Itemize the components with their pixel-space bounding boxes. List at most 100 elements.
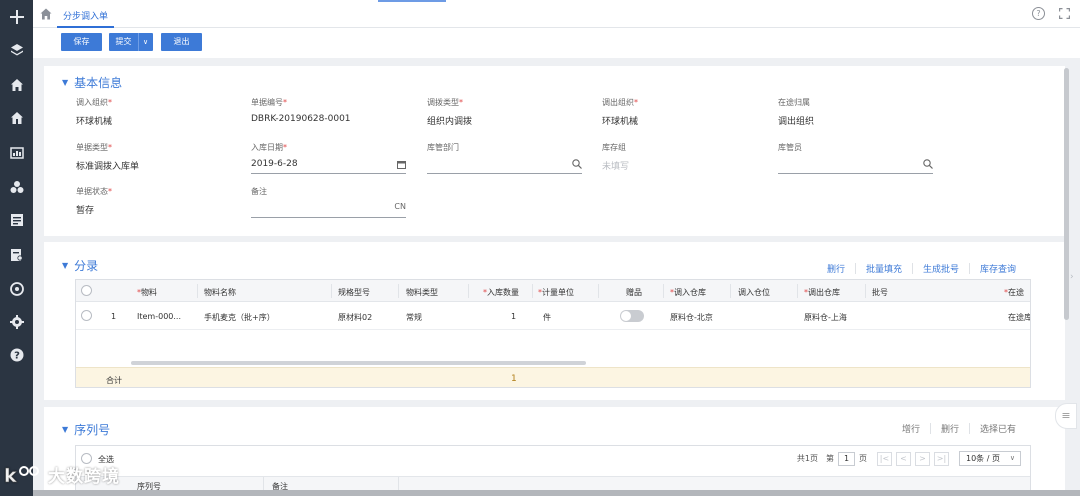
cell-name[interactable]: 手机麦克（批+序） bbox=[204, 312, 275, 323]
fullscreen-icon[interactable] bbox=[1059, 8, 1070, 19]
page-prefix: 第 bbox=[826, 454, 834, 463]
field-transfer-in-org: 调入组织* 环球机械 bbox=[76, 97, 231, 127]
field-transit-owner: 在途归属 调出组织 bbox=[778, 97, 933, 127]
cell-qty[interactable]: 1 bbox=[511, 312, 516, 321]
cell-spec[interactable]: 原材料02 bbox=[338, 312, 372, 323]
cell-transit[interactable]: 在途库 bbox=[1008, 312, 1030, 323]
col-inbound-qty: *入库数量 bbox=[483, 288, 519, 297]
save-button[interactable]: 保存 bbox=[61, 33, 102, 51]
delete-row-button[interactable]: 删行 bbox=[827, 262, 845, 275]
toolbar: 保存 提交 ∨ 退出 bbox=[33, 28, 1080, 58]
calendar-icon[interactable] bbox=[397, 160, 406, 169]
table-row[interactable]: 1 Item-000... 手机麦克（批+序） 原材料02 常规 1 件 原料仓… bbox=[76, 302, 1030, 330]
submit-label[interactable]: 提交 bbox=[109, 33, 138, 51]
section-title: 分录 bbox=[74, 259, 99, 273]
batch-fill-button[interactable]: 批量填充 bbox=[866, 262, 902, 275]
select-all-radio[interactable] bbox=[81, 285, 92, 296]
basic-info-section: ▼ 基本信息 调入组织* 环球机械 单据编号* DBRK-20190628-00… bbox=[44, 66, 1065, 236]
svg-text:k: k bbox=[4, 465, 18, 487]
total-label: 合计 bbox=[106, 376, 122, 385]
value: DBRK-20190628-0001 bbox=[251, 114, 351, 124]
watermark: k 大数跨境 bbox=[4, 462, 120, 487]
cell-out-warehouse[interactable]: 原料仓-上海 bbox=[804, 312, 847, 323]
col-out-warehouse: *调出仓库 bbox=[804, 288, 840, 297]
target-icon[interactable] bbox=[8, 280, 25, 297]
exit-button[interactable]: 退出 bbox=[161, 33, 202, 51]
date-input[interactable]: 2019-6-28 bbox=[251, 159, 298, 169]
field-transfer-type: 调拨类型* 组织内调拨 bbox=[427, 97, 582, 127]
field-warehouse-keeper[interactable]: 库管员 bbox=[778, 142, 933, 174]
bottom-band bbox=[33, 490, 1080, 496]
cell-in-warehouse[interactable]: 原料仓-北京 bbox=[670, 312, 713, 323]
value: 环球机械 bbox=[602, 117, 639, 127]
cell-type[interactable]: 常规 bbox=[406, 312, 422, 323]
total-row: 合计 1 bbox=[76, 367, 1030, 387]
entries-table: *物料 物料名称 规格型号 物料类型 *入库数量 *计量单位 赠品 *调入仓库 … bbox=[75, 279, 1031, 388]
cell-unit[interactable]: 件 bbox=[543, 312, 551, 323]
horizontal-scrollbar[interactable] bbox=[131, 361, 586, 365]
field-inbound-date[interactable]: 入库日期* 2019-6-28 bbox=[251, 142, 406, 174]
search-icon[interactable] bbox=[572, 159, 582, 169]
chevron-right-icon[interactable]: › bbox=[1070, 272, 1074, 282]
home-alt-icon[interactable] bbox=[8, 109, 25, 126]
side-panel-handle-icon[interactable]: ≡ bbox=[1055, 403, 1077, 429]
last-page-icon[interactable]: >| bbox=[934, 451, 949, 466]
delete-row-button[interactable]: 删行 bbox=[941, 422, 959, 435]
tab-transfer-in[interactable]: 分步调入单 bbox=[57, 0, 115, 28]
help-icon[interactable]: ? bbox=[8, 346, 25, 363]
prev-page-icon[interactable]: < bbox=[896, 451, 911, 466]
field-warehouse-dept[interactable]: 库管部门 bbox=[427, 142, 582, 174]
left-nav-rail: ? bbox=[0, 0, 33, 496]
vertical-scrollbar[interactable] bbox=[1064, 68, 1069, 320]
entries-actions: 删行 批量填充 生成批号 库存查询 bbox=[827, 262, 1016, 275]
field-remark[interactable]: 备注 CN bbox=[251, 186, 406, 218]
entries-section: ▼ 分录 删行 批量填充 生成批号 库存查询 *物料 物料名称 规格型号 物料类… bbox=[44, 242, 1065, 400]
watermark-logo-icon: k bbox=[4, 464, 39, 487]
submit-button[interactable]: 提交 ∨ bbox=[109, 33, 153, 51]
entries-header[interactable]: ▼ 分录 bbox=[62, 257, 98, 274]
settings-icon[interactable] bbox=[8, 313, 25, 330]
serial-header[interactable]: ▼ 序列号 bbox=[62, 421, 110, 438]
layers-icon[interactable] bbox=[8, 41, 25, 58]
collapse-triangle-icon[interactable]: ▼ bbox=[62, 425, 68, 434]
section-title: 序列号 bbox=[74, 423, 111, 437]
next-page-icon[interactable]: > bbox=[915, 451, 930, 466]
row-radio[interactable] bbox=[81, 310, 92, 321]
page-input[interactable]: 1 bbox=[838, 451, 855, 466]
chevron-down-icon: ∨ bbox=[1009, 454, 1015, 462]
add-row-button[interactable]: 增行 bbox=[902, 422, 920, 435]
search-icon[interactable] bbox=[923, 159, 933, 169]
select-existing-button[interactable]: 选择已有 bbox=[980, 422, 1016, 435]
gift-toggle[interactable] bbox=[620, 310, 644, 322]
pagination: 共1页 第 1 页 |< < > >| 10条 / 页 ∨ bbox=[797, 451, 1021, 466]
collapse-triangle-icon[interactable]: ▼ bbox=[62, 261, 68, 270]
table-header: *物料 物料名称 规格型号 物料类型 *入库数量 *计量单位 赠品 *调入仓库 … bbox=[76, 280, 1030, 302]
page-size-select[interactable]: 10条 / 页 ∨ bbox=[959, 451, 1021, 466]
chevron-down-icon[interactable]: ∨ bbox=[138, 33, 152, 51]
first-page-icon[interactable]: |< bbox=[877, 451, 892, 466]
tab-bar: 分步调入单 ? bbox=[33, 0, 1080, 28]
total-pages: 共1页 bbox=[796, 454, 818, 463]
loading-indicator bbox=[378, 0, 446, 2]
col-in-location: 调入仓位 bbox=[738, 288, 770, 297]
col-material: *物料 bbox=[137, 288, 157, 297]
svg-text:?: ? bbox=[14, 350, 20, 361]
col-gift: 赠品 bbox=[626, 288, 642, 297]
group-icon[interactable] bbox=[8, 178, 25, 195]
report-icon[interactable] bbox=[8, 246, 25, 263]
language-suffix[interactable]: CN bbox=[394, 202, 406, 211]
serial-actions: 增行 删行 选择已有 bbox=[902, 422, 1016, 435]
basic-info-header[interactable]: ▼ 基本信息 bbox=[62, 74, 122, 91]
list-icon[interactable] bbox=[8, 211, 25, 228]
help-circle-icon[interactable]: ? bbox=[1032, 7, 1045, 20]
field-doc-number: 单据编号* DBRK-20190628-0001 bbox=[251, 97, 406, 124]
collapse-triangle-icon[interactable]: ▼ bbox=[62, 78, 68, 87]
serial-section: ▼ 序列号 增行 删行 选择已有 全选 序列号 备注 共1页 第 1 页 |< … bbox=[44, 407, 1065, 496]
home-icon[interactable] bbox=[8, 76, 25, 93]
home-icon[interactable] bbox=[40, 8, 52, 20]
chart-icon[interactable] bbox=[8, 144, 25, 161]
cell-material[interactable]: Item-000... bbox=[137, 312, 181, 321]
generate-batch-button[interactable]: 生成批号 bbox=[923, 262, 959, 275]
inventory-query-button[interactable]: 库存查询 bbox=[980, 262, 1016, 275]
plus-icon[interactable] bbox=[8, 8, 25, 25]
